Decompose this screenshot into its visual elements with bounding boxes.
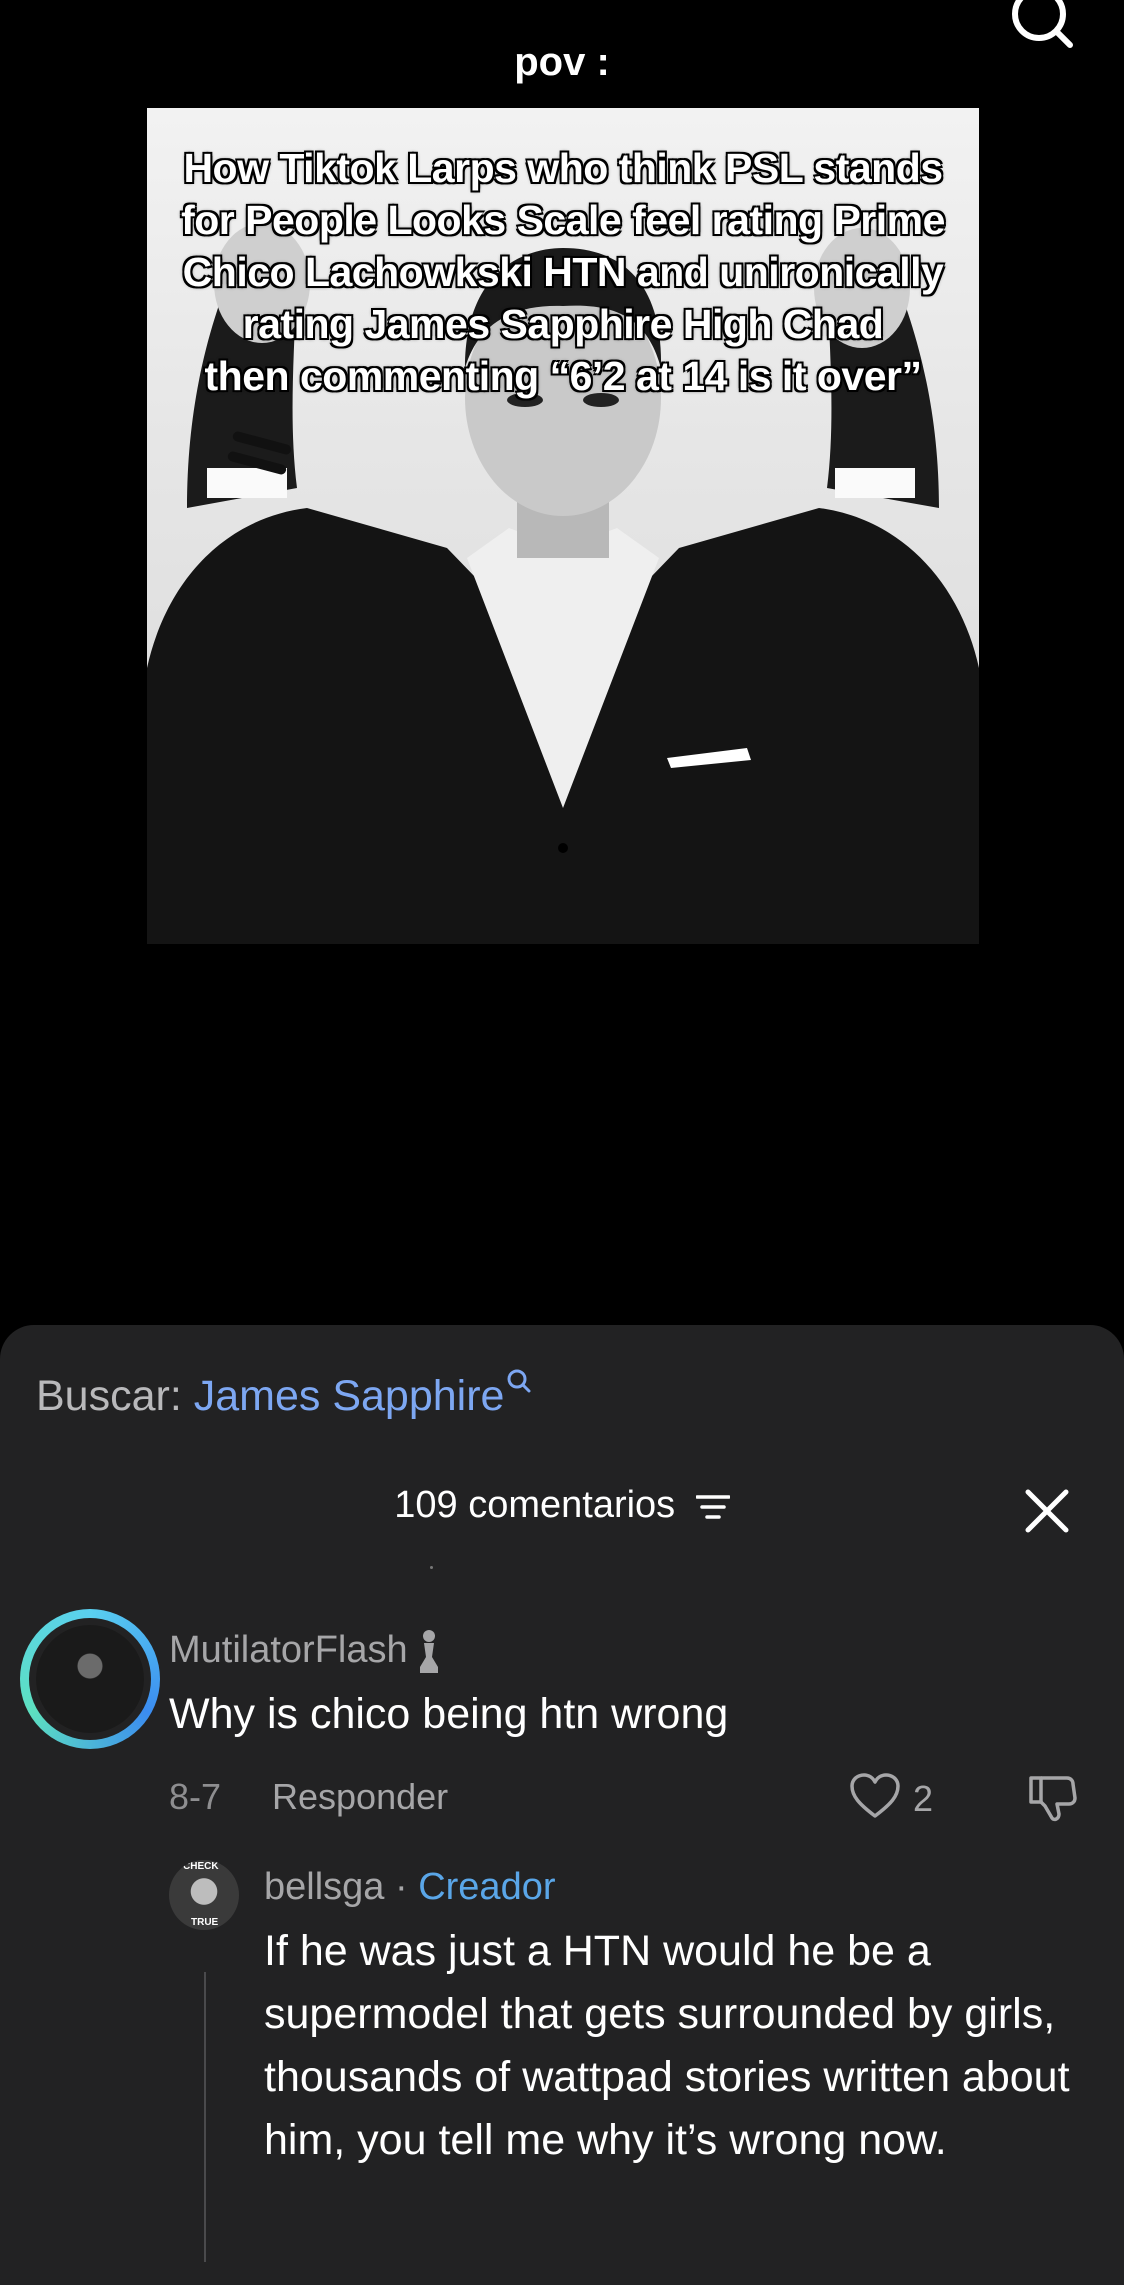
overlay-line: for People Looks Scale feel rating Prime [181, 197, 945, 243]
overlay-line: Chico Lachowkski HTN and unironically [182, 249, 944, 295]
dislike-icon[interactable] [1025, 1770, 1081, 1826]
like-count: 2 [913, 1778, 934, 1819]
avatar[interactable] [20, 1609, 160, 1749]
comment-text: Why is chico being htn wrong [169, 1690, 729, 1738]
creator-badge: Creador [418, 1866, 556, 1908]
reply-avatar[interactable]: CHECK TRUE [169, 1860, 239, 1930]
overlay-line: How Tiktok Larps who think PSL stands [183, 145, 943, 191]
video-player[interactable]: pov : How Tiktok Larps who think PSL sta… [0, 0, 1124, 1325]
search-label: Buscar: [36, 1372, 182, 1420]
search-suggestion[interactable]: Buscar: James Sapphire [36, 1369, 532, 1421]
username-text[interactable]: MutilatorFlash [169, 1629, 408, 1671]
comments-header: 109 comentarios [0, 1484, 1124, 1527]
video-caption: pov : [514, 40, 610, 84]
overlay-line: rating James Sapphire High Chad [242, 301, 884, 347]
chess-pawn-icon [419, 1630, 438, 1673]
search-icon [507, 1369, 531, 1393]
divider-dot [430, 1566, 433, 1569]
comments-count: 109 comentarios [394, 1484, 676, 1526]
avatar-text: CHECK [183, 1861, 219, 1872]
comment-username[interactable]: MutilatorFlash [169, 1627, 444, 1677]
overlay-line: then commenting “6’2 at 14 is it over” [204, 353, 922, 399]
search-query-link[interactable]: James Sapphire [194, 1372, 505, 1420]
comment-date: 8-7 [169, 1776, 222, 1817]
reply-button[interactable]: Responder [272, 1776, 448, 1818]
filter-icon[interactable] [695, 1493, 730, 1521]
video-overlay-text: How Tiktok Larps who think PSL stands fo… [147, 142, 979, 402]
avatar-text: TRUE [191, 1917, 219, 1928]
heart-icon[interactable] [849, 1772, 901, 1820]
reply-username[interactable]: bellsga [264, 1866, 384, 1908]
reply-header: bellsga · Creador [264, 1866, 556, 1909]
reply-text: If he was just a HTN would he be a super… [264, 1927, 1070, 2164]
close-icon[interactable] [1022, 1486, 1072, 1536]
thread-line [204, 1972, 206, 2262]
separator: · [394, 1866, 408, 1908]
